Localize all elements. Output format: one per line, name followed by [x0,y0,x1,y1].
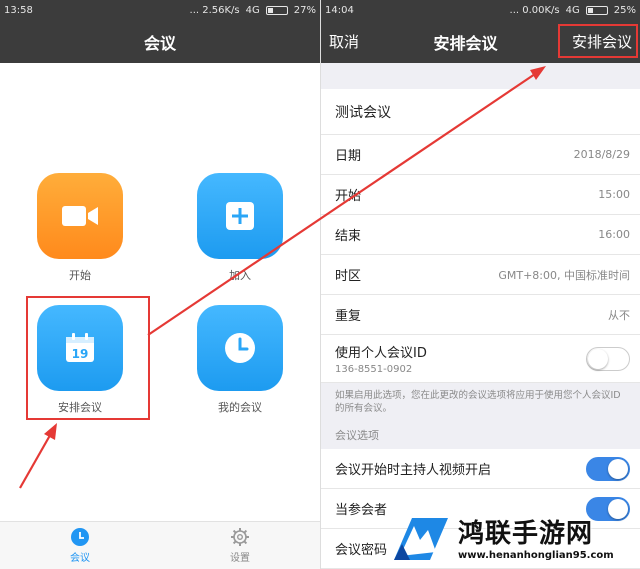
date-value: 2018/8/29 [573,148,630,161]
spacer [321,63,640,89]
options-section-title: 会议选项 [335,429,379,442]
network-speed: ... 2.56K/s [189,4,240,16]
battery-level: 25% [613,4,636,16]
repeat-label: 重复 [335,309,362,324]
timezone-label: 时区 [335,269,362,284]
clock-icon [71,528,89,546]
left-phone-screen: 13:58 ... 2.56K/s 4G 27% 会议 开始 加入 19 安排会… [0,0,320,569]
status-time: 14:04 [325,4,354,16]
meeting-topic-field[interactable]: 测试会议 [321,89,640,135]
highlight-schedule-box [26,296,150,420]
tab-settings[interactable]: 设置 [160,522,320,569]
watermark-logo-icon [394,518,448,560]
personal-id-label: 使用个人会议ID [335,346,427,361]
battery-icon [265,5,288,15]
password-label: 会议密码 [335,543,388,558]
timezone-value: GMT+8:00, 中国标准时间 [498,268,630,282]
tab-bar: 会议 设置 [0,521,320,569]
video-camera-icon [62,206,98,226]
join-meeting-label: 加入 [229,269,251,282]
meeting-topic-value: 测试会议 [335,104,391,121]
signal-label: 4G [245,4,260,16]
my-meetings-button[interactable] [197,305,283,391]
participant-label: 当参会者 [335,503,388,518]
watermark-title: 鸿联手游网 [458,519,594,549]
join-meeting-button[interactable] [197,173,283,259]
clock-icon [225,333,255,363]
join-meeting-tile[interactable]: 加入 [195,173,285,283]
right-phone-screen: 14:04 ... 0.00K/s 4G 25% 取消 安排会议 安排会议 测试… [320,0,640,569]
toggle-knob [588,348,608,369]
schedule-form: 测试会议 日期 2018/8/29 开始 15:00 结束 16:00 时区 G… [321,63,640,569]
start-time-value: 15:00 [598,188,630,201]
status-bar: 14:04 ... 0.00K/s 4G 25% [321,0,640,20]
personal-id-row: 使用个人会议ID 136-8551-0902 [321,335,640,383]
date-row[interactable]: 日期 2018/8/29 [321,135,640,175]
cancel-button[interactable]: 取消 [329,31,359,52]
watermark-url: www.henanhonglian95.com [458,550,614,561]
battery-icon [585,5,608,15]
status-bar: 13:58 ... 2.56K/s 4G 27% [0,0,320,20]
page-title: 安排会议 [433,33,498,53]
network-speed: ... 0.00K/s [509,4,560,16]
repeat-value: 从不 [608,308,630,322]
gear-icon [231,528,249,546]
battery-level: 27% [293,4,316,16]
highlight-schedule-button-box [558,24,638,58]
plus-icon [226,202,254,230]
host-video-label: 会议开始时主持人视频开启 [335,463,492,478]
my-meetings-tile[interactable]: 我的会议 [195,305,285,415]
date-label: 日期 [335,149,362,164]
my-meetings-label: 我的会议 [218,401,262,414]
host-video-toggle[interactable] [586,456,630,481]
start-meeting-button[interactable] [37,173,123,259]
nav-bar: 会议 [0,20,320,63]
tab-meetings-label: 会议 [70,553,90,564]
option-host-video-row: 会议开始时主持人视频开启 [321,449,640,489]
personal-id-toggle[interactable] [586,346,630,371]
meeting-home: 开始 加入 19 安排会议 我的会议 [0,63,320,521]
end-time-label: 结束 [335,229,362,244]
repeat-row[interactable]: 重复 从不 [321,295,640,335]
personal-id-number: 136-8551-0902 [335,364,413,375]
end-time-row[interactable]: 结束 16:00 [321,215,640,255]
start-meeting-label: 开始 [69,269,91,282]
end-time-value: 16:00 [598,228,630,241]
signal-label: 4G [565,4,580,16]
start-meeting-tile[interactable]: 开始 [35,173,125,283]
tab-settings-label: 设置 [230,553,250,564]
watermark: 鸿联手游网 www.henanhonglian95.com [390,505,638,569]
start-time-label: 开始 [335,189,362,204]
tab-meetings[interactable]: 会议 [0,522,160,569]
timezone-row[interactable]: 时区 GMT+8:00, 中国标准时间 [321,255,640,295]
page-title: 会议 [143,33,176,53]
start-time-row[interactable]: 开始 15:00 [321,175,640,215]
personal-id-note: 如果启用此选项，您在此更改的会议选项将应用于使用您个人会议ID的所有会议。 [335,390,621,414]
status-time: 13:58 [4,4,33,16]
toggle-knob [608,458,628,479]
